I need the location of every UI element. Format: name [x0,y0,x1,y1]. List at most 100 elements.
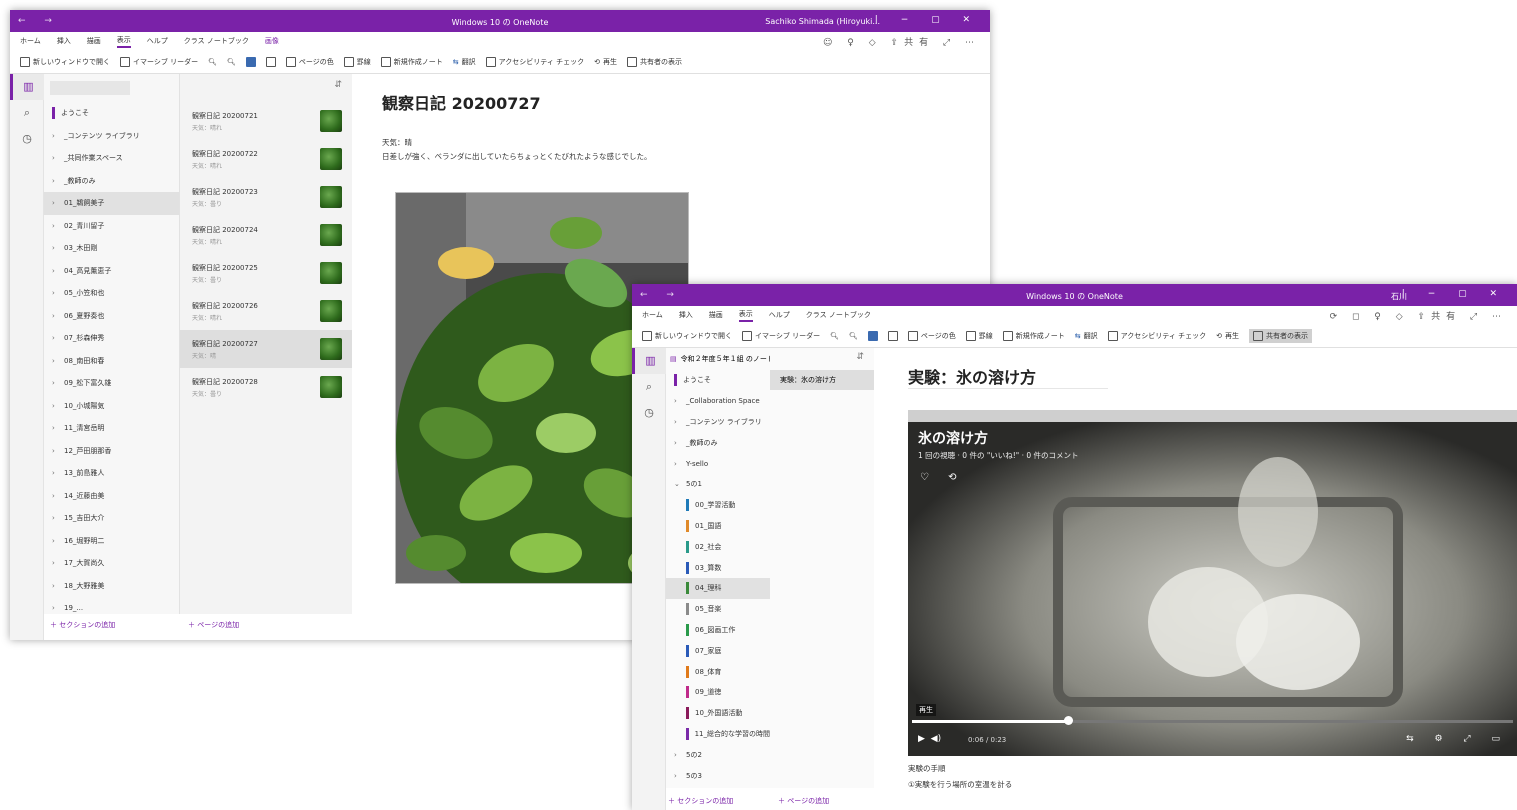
tab-picture[interactable]: 画像 [265,36,279,46]
section-item[interactable]: › 15_吉田大介 [44,507,179,530]
page-width-button[interactable] [867,330,878,341]
chevron-right-icon[interactable]: › [674,397,680,405]
section-item[interactable]: 05_音楽 [666,599,770,620]
chevron-right-icon[interactable]: › [52,469,58,477]
section-item[interactable]: ようこそ [44,102,179,125]
page-item-selected[interactable]: 実験：氷の溶け方 [770,370,874,390]
section-item[interactable]: › 04_高見薫恵子 [44,260,179,283]
page-item[interactable]: 観察日記 20200722 天気：晴れ [180,140,352,178]
video-right-controls[interactable]: ⇆ ⚙ ⤢ ▭ [1406,734,1509,744]
section-item[interactable]: ⌄ 5の1 [666,474,770,495]
section-item[interactable]: › 13_前島雅人 [44,462,179,485]
add-section-button[interactable]: ＋ セクションの追加 [50,620,115,630]
chevron-right-icon[interactable]: › [52,289,58,297]
section-item[interactable]: 06_図画工作 [666,620,770,641]
chevron-right-icon[interactable]: › [674,418,680,426]
recent-icon[interactable]: ◷ [632,400,666,426]
tab-view[interactable]: 表示 [738,309,753,322]
tab-class-notebook[interactable]: クラス ノートブック [184,36,249,46]
sort-icon[interactable]: ⇵ [770,348,874,370]
user-name[interactable]: Sachiko Shimada (Hiroyuki... [765,17,880,26]
sort-icon[interactable]: ⇵ [180,74,352,102]
search-icon[interactable]: ⌕ [632,374,666,400]
steps-heading[interactable]: 実験の手順 [908,762,946,775]
show-authors-button[interactable]: 共有者の表示 [626,56,682,67]
chevron-right-icon[interactable]: › [52,447,58,455]
note-weather[interactable]: 天気：晴 [382,136,412,149]
new-note-button[interactable]: 新規作成ノート [380,56,443,67]
page-item[interactable]: 観察日記 20200724 天気：晴れ [180,216,352,254]
zoom-in-button[interactable]: 🔍︎ [849,332,858,340]
zoom-out-button[interactable]: 🔍︎ [208,58,217,66]
tab-draw[interactable]: 描画 [709,310,723,320]
note-text[interactable]: 日差しが強く、ベランダに出していたらちょっとくたびれたような感じでした。 [382,150,652,163]
page-item[interactable]: 観察日記 20200726 天気：晴れ [180,292,352,330]
zoom-in-button[interactable]: 🔍︎ [227,58,236,66]
section-item[interactable]: › _教師のみ [44,170,179,193]
section-item[interactable]: › 14_近藤由美 [44,485,179,508]
chevron-right-icon[interactable]: › [674,751,680,759]
page-item[interactable]: 観察日記 20200721 天気：晴れ [180,102,352,140]
tab-view[interactable]: 表示 [116,35,131,48]
page-item[interactable]: 観察日記 20200725 天気：曇り [180,254,352,292]
page-color-button[interactable]: ページの色 [907,330,956,341]
section-item[interactable]: 04_理科 [666,577,770,599]
chevron-right-icon[interactable]: › [52,334,58,342]
section-item[interactable]: › _共同作業スペース [44,147,179,170]
replay-button[interactable]: ⟲ 再生 [1216,331,1239,341]
tab-class-notebook[interactable]: クラス ノートブック [806,310,871,320]
chevron-right-icon[interactable]: › [52,559,58,567]
tab-draw[interactable]: 描画 [87,36,101,46]
section-item[interactable]: › _コンテンツ ライブラリ [44,125,179,148]
volume-icon[interactable]: ◀) [931,734,941,744]
chevron-right-icon[interactable]: › [52,244,58,252]
section-item[interactable]: › 03_木田剛 [44,237,179,260]
section-item[interactable]: 03_算数 [666,557,770,578]
section-item[interactable]: 07_家庭 [666,640,770,661]
notebook-header[interactable]: ▤ 令和２年度５年１組 のノートブック ⌄ [666,348,770,370]
tab-home[interactable]: ホーム [642,310,663,320]
add-page-button[interactable]: ＋ ページの追加 [778,796,829,806]
section-item[interactable]: › 05_小笠和也 [44,282,179,305]
tab-home[interactable]: ホーム [20,36,41,46]
chevron-right-icon[interactable]: › [52,199,58,207]
page-color-button[interactable]: ページの色 [285,56,334,67]
add-section-button[interactable]: ＋ セクションの追加 [668,796,733,806]
play-icon[interactable]: ▶ [918,734,925,744]
section-item[interactable]: › 5の3 [666,765,770,786]
section-item[interactable]: › 06_夏野奏也 [44,305,179,328]
page-item[interactable]: 観察日記 20200727 天気：晴 [180,330,352,368]
section-item[interactable]: › 08_南田和春 [44,350,179,373]
section-item[interactable]: › 18_大野雅美 [44,575,179,598]
chevron-right-icon[interactable]: › [52,267,58,275]
section-item[interactable]: › 07_杉森伸秀 [44,327,179,350]
section-item[interactable]: › 01_鵜飼美子 [44,192,179,215]
immersive-reader-button[interactable]: イマーシブ リーダー [120,56,198,67]
chevron-right-icon[interactable]: › [52,177,58,185]
section-item[interactable]: › 19_... [44,597,179,614]
section-item[interactable]: 11_総合的な学習の時間 [666,724,770,745]
tab-insert[interactable]: 挿入 [679,310,693,320]
section-item[interactable]: 10_外国語活動 [666,703,770,724]
section-item[interactable]: › 10_小城陽気 [44,395,179,418]
open-new-window-button[interactable]: 新しいウィンドウで開く [20,56,110,67]
chevron-right-icon[interactable]: › [52,604,58,612]
section-item[interactable]: › 5の2 [666,744,770,765]
chevron-right-icon[interactable]: › [52,154,58,162]
new-note-button[interactable]: 新規作成ノート [1002,330,1065,341]
step-1[interactable]: ①実験を行う場所の室温を計る [908,778,1012,791]
open-new-window-button[interactable]: 新しいウィンドウで開く [642,330,732,341]
chevron-right-icon[interactable]: › [52,424,58,432]
fullscreen-button[interactable] [265,56,276,67]
video-player[interactable]: 氷の溶け方 1 回の視聴 · 0 件の "いいね!" · 0 件のコメント ♡ … [908,410,1517,756]
section-item[interactable]: 09_道徳 [666,682,770,703]
section-item[interactable]: › 02_青川留子 [44,215,179,238]
translate-button[interactable]: ⇆ 翻訳 [453,57,476,67]
chevron-down-icon[interactable]: ⌄ [674,480,680,488]
accessibility-check-button[interactable]: アクセシビリティ チェック [1107,330,1206,341]
add-page-button[interactable]: ＋ ページの追加 [188,620,239,630]
notebooks-icon[interactable]: ▥ [632,348,666,374]
chevron-right-icon[interactable]: › [52,357,58,365]
rule-lines-button[interactable]: 罫線 [343,56,371,67]
section-item[interactable]: › 09_松下富久雄 [44,372,179,395]
